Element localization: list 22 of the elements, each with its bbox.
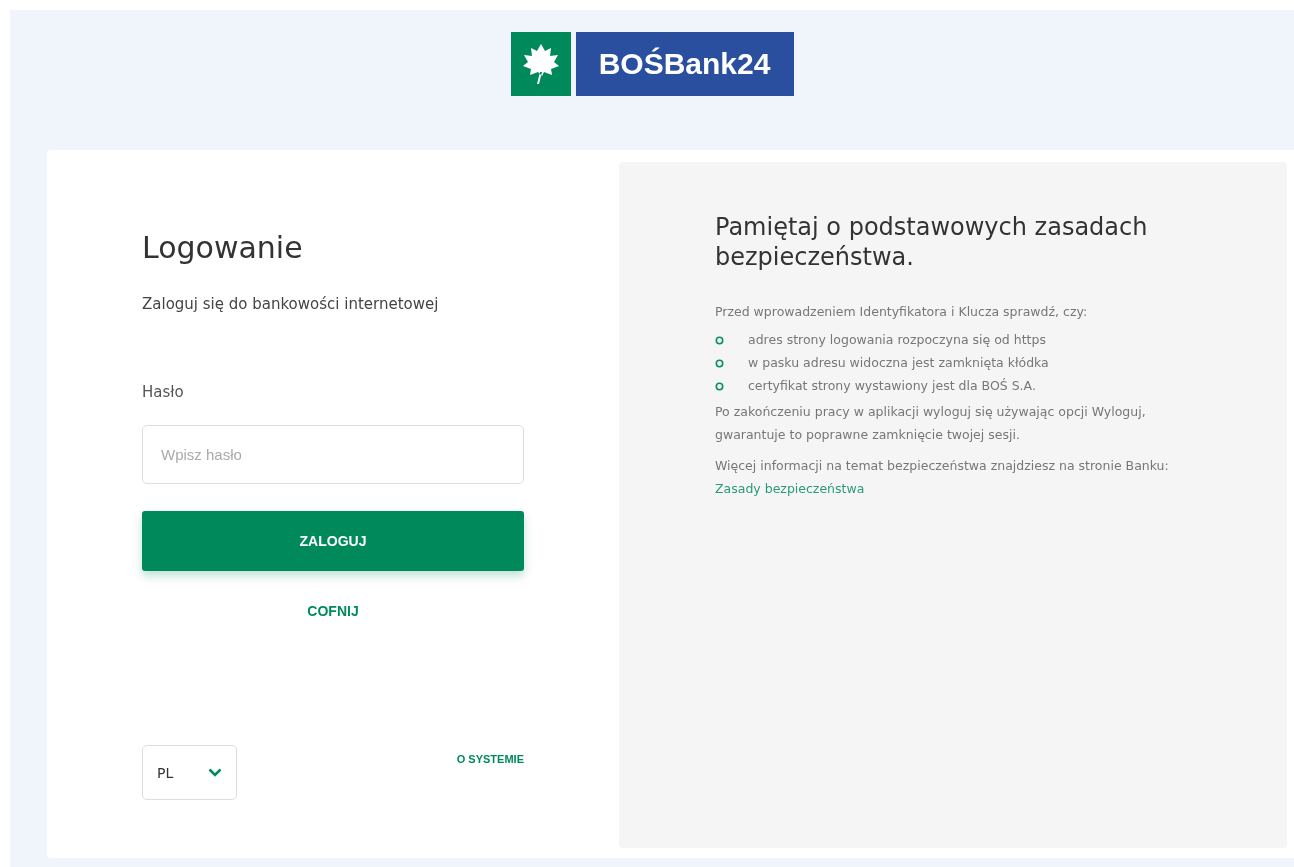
chevron-down-icon — [208, 768, 222, 777]
logo-leaf-icon — [510, 32, 571, 96]
logout-note: Po zakończeniu pracy w aplikacji wyloguj się używając opcji Wyloguj, gwarantuje to poprawne zamknięcie twojej sesji. — [715, 403, 1147, 444]
login-subtitle: Zaloguj się do bankowości internetowej — [142, 295, 440, 313]
security-check: adres strony logowania rozpoczyna się od https — [748, 334, 1046, 346]
login-title: Logowanie — [142, 230, 304, 265]
back-link[interactable]: COFNIJ — [307, 603, 359, 619]
security-title: Pamiętaj o podstawowych zasadach bezpieczeństwa. — [715, 212, 1149, 272]
language-select[interactable]: PL — [142, 745, 237, 800]
bullet-icon — [715, 335, 724, 345]
bullet-icon — [715, 358, 724, 368]
bullet-icon — [715, 381, 724, 391]
login-button[interactable]: ZALOGUJ — [142, 511, 524, 571]
about-link[interactable]: O SYSTEMIE — [456, 753, 524, 765]
password-field[interactable]: Wpisz hasło — [142, 425, 524, 484]
security-rules-link[interactable]: Zasady bezpieczeństwa — [715, 481, 865, 496]
password-label: Hasło — [142, 383, 185, 401]
security-intro: Przed wprowadzeniem Identyfikatora i Klucza sprawdź, czy: — [715, 303, 1089, 321]
logo-wordmark: BOŚBank24 — [575, 32, 794, 96]
security-check: certyfikat strony wystawiony jest dla BOŚ S.A. — [748, 380, 1036, 392]
more-info-text: Więcej informacji na temat bezpieczeństwa znajdziesz na stronie Banku: Zasady bezpieczeństwa — [715, 457, 1170, 498]
security-check: w pasku adresu widoczna jest zamknięta kłódka — [748, 357, 1049, 369]
